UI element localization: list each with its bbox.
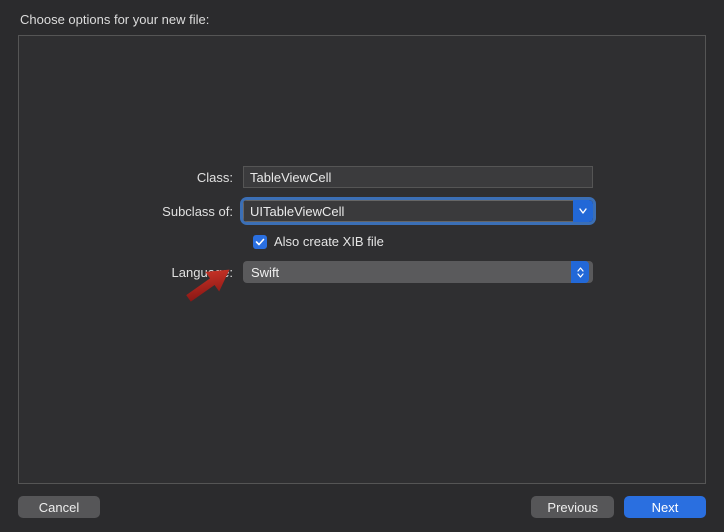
class-label: Class: xyxy=(43,170,243,185)
sheet-title: Choose options for your new file: xyxy=(20,12,706,27)
language-popup-arrows[interactable] xyxy=(571,261,589,283)
subclass-value[interactable]: UITableViewCell xyxy=(243,200,573,222)
content-frame: Class: Subclass of: UITableViewCell xyxy=(18,35,706,484)
subclass-row: Subclass of: UITableViewCell xyxy=(43,200,681,222)
language-row: Language: Swift xyxy=(43,261,681,283)
xib-checkbox[interactable] xyxy=(253,235,267,249)
subclass-field-wrapper: UITableViewCell xyxy=(243,200,593,222)
class-input[interactable] xyxy=(243,166,593,188)
class-field-wrapper xyxy=(243,166,593,188)
cancel-button[interactable]: Cancel xyxy=(18,496,100,518)
chevron-down-icon xyxy=(579,207,587,215)
subclass-label: Subclass of: xyxy=(43,204,243,219)
options-form: Class: Subclass of: UITableViewCell xyxy=(19,166,705,295)
new-file-options-sheet: Choose options for your new file: Class:… xyxy=(0,0,724,532)
checkmark-icon xyxy=(255,237,265,247)
subclass-combobox[interactable]: UITableViewCell xyxy=(243,200,593,222)
language-label: Language: xyxy=(43,265,243,280)
subclass-dropdown-button[interactable] xyxy=(573,200,593,222)
chevron-up-icon xyxy=(577,267,584,272)
language-field-wrapper: Swift xyxy=(243,261,593,283)
xib-checkbox-label: Also create XIB file xyxy=(274,234,384,249)
language-popup[interactable]: Swift xyxy=(243,261,593,283)
class-row: Class: xyxy=(43,166,681,188)
chevron-down-icon xyxy=(577,273,584,278)
xib-checkbox-row: Also create XIB file xyxy=(253,234,681,249)
footer-bar: Cancel Previous Next xyxy=(18,484,706,518)
previous-button[interactable]: Previous xyxy=(531,496,614,518)
next-button[interactable]: Next xyxy=(624,496,706,518)
language-value: Swift xyxy=(251,265,279,280)
